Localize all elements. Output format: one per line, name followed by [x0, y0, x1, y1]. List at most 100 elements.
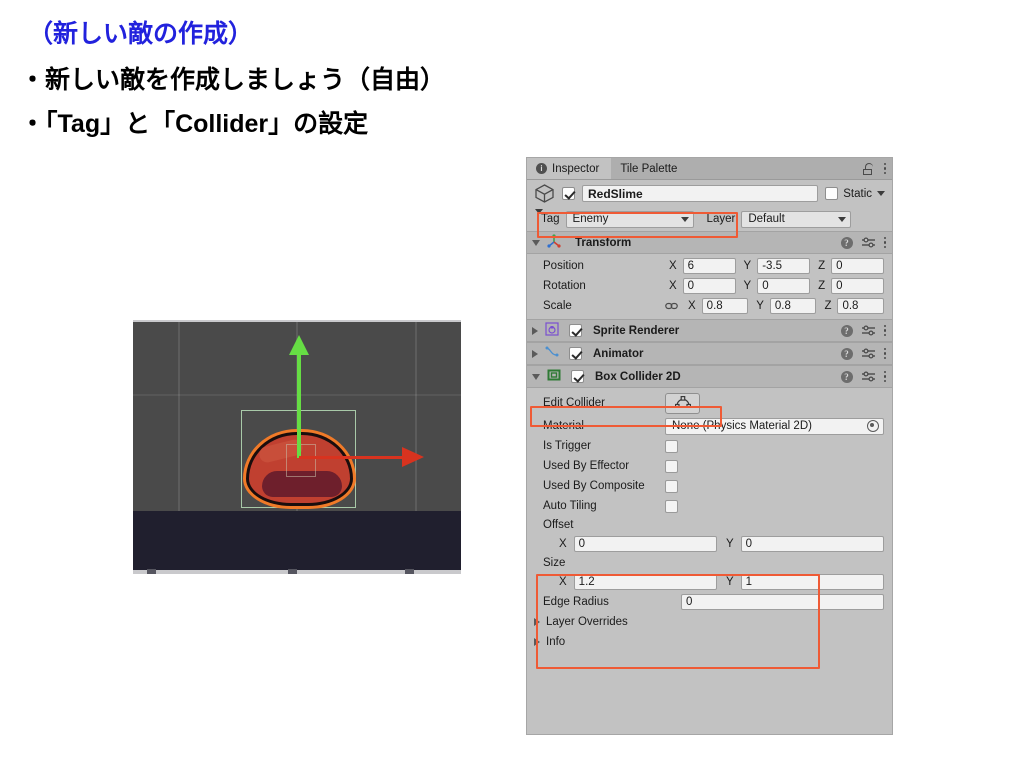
preset-icon[interactable] — [861, 325, 875, 336]
axis-z-label: Z — [818, 260, 826, 272]
static-chevron-down-icon[interactable] — [877, 191, 885, 196]
rotation-y-input[interactable]: 0 — [757, 278, 811, 294]
layer-overrides-foldout[interactable]: Layer Overrides — [527, 612, 892, 632]
offset-row: X 0 Y 0 — [527, 534, 892, 554]
tab-inspector[interactable]: i Inspector — [527, 158, 612, 179]
edit-collider-button[interactable] — [665, 392, 700, 414]
object-picker-icon[interactable] — [867, 420, 879, 432]
foldout-closed-icon[interactable] — [532, 326, 538, 335]
transform-body: Position X 6 Y -3.5 Z 0 Rotation X 0 Y 0… — [527, 254, 892, 319]
auto-tiling-checkbox[interactable] — [665, 499, 678, 513]
help-icon[interactable]: ? — [840, 324, 853, 337]
position-y-input[interactable]: -3.5 — [757, 258, 811, 274]
animator-enabled-checkbox[interactable] — [569, 347, 582, 360]
edit-collider-icon — [674, 395, 691, 411]
used-by-effector-checkbox[interactable] — [665, 459, 678, 473]
link-icon[interactable] — [665, 301, 678, 311]
component-title: Box Collider 2D — [595, 370, 681, 383]
foldout-closed-icon[interactable] — [532, 349, 538, 358]
kebab-menu-icon[interactable] — [883, 370, 886, 383]
size-y-input[interactable]: 1 — [740, 574, 884, 590]
info-foldout[interactable]: Info — [527, 632, 892, 652]
tag-value: Enemy — [572, 213, 609, 225]
transform-scale-row: Scale X 0.8 Y 0.8 Z 0.8 — [527, 296, 892, 316]
axis-y-label: Y — [743, 280, 752, 292]
offset-y-input[interactable]: 0 — [740, 536, 884, 552]
scene-bottom-edge — [133, 569, 461, 574]
scale-x-input[interactable]: 0.8 — [701, 298, 749, 314]
layer-overrides-label: Layer Overrides — [546, 616, 628, 628]
component-header-transform[interactable]: Transform ? — [527, 231, 892, 254]
kebab-menu-icon[interactable] — [883, 324, 886, 337]
chevron-down-icon — [680, 216, 689, 222]
edit-collider-row: Edit Collider — [527, 390, 892, 416]
material-field[interactable]: None (Physics Material 2D) — [665, 417, 884, 435]
position-x-input[interactable]: 6 — [682, 258, 736, 274]
static-checkbox[interactable] — [825, 187, 839, 200]
axis-z-label: Z — [824, 300, 832, 312]
help-icon[interactable]: ? — [840, 236, 853, 249]
kebab-menu-icon[interactable] — [883, 236, 886, 249]
sprite-renderer-icon — [545, 322, 559, 339]
layer-label: Layer — [706, 213, 736, 225]
component-header-sprite-renderer[interactable]: Sprite Renderer ? — [527, 319, 892, 342]
material-label: Material — [543, 420, 584, 432]
tag-dropdown[interactable]: Enemy — [565, 210, 694, 228]
used-by-composite-checkbox[interactable] — [665, 479, 678, 493]
sprite-renderer-enabled-checkbox[interactable] — [569, 324, 582, 337]
kebab-menu-icon[interactable] — [883, 162, 886, 175]
ground-tile-layer — [133, 511, 461, 574]
prefab-chevron-down-icon[interactable] — [535, 209, 543, 214]
preset-icon[interactable] — [861, 348, 875, 359]
offset-x-axis-label: X — [559, 538, 567, 550]
material-value: None (Physics Material 2D) — [672, 420, 812, 432]
foldout-closed-icon — [534, 618, 540, 626]
box-collider-enabled-checkbox[interactable] — [571, 370, 584, 383]
axis-z-label: Z — [818, 280, 826, 292]
tab-tile-palette-label: Tile Palette — [620, 162, 678, 175]
is-trigger-checkbox[interactable] — [665, 439, 678, 453]
gameobject-enabled-checkbox[interactable] — [562, 187, 575, 200]
scale-z-input[interactable]: 0.8 — [837, 298, 885, 314]
help-icon[interactable]: ? — [840, 370, 853, 383]
preset-icon[interactable] — [861, 237, 875, 248]
offset-label: Offset — [543, 519, 574, 531]
component-actions: ? — [840, 324, 886, 337]
scale-y-input[interactable]: 0.8 — [769, 298, 817, 314]
info-label: Info — [546, 636, 566, 648]
inspector-tabbar: i Inspector Tile Palette — [527, 158, 892, 180]
rotation-z-input[interactable]: 0 — [831, 278, 884, 294]
slide-bullet-1: ・新しい敵を作成しましょう（自由） — [20, 66, 446, 94]
component-actions: ? — [840, 236, 886, 249]
layer-dropdown[interactable]: Default — [741, 210, 852, 228]
axis-x-label: X — [669, 280, 677, 292]
box-collider-2d-icon — [547, 368, 561, 385]
edge-radius-label: Edge Radius — [543, 596, 609, 608]
component-header-box-collider-2d[interactable]: Box Collider 2D ? — [527, 365, 892, 388]
component-actions: ? — [840, 347, 886, 360]
offset-x-input[interactable]: 0 — [573, 536, 717, 552]
axis-x-label: X — [688, 300, 696, 312]
foldout-open-icon[interactable] — [532, 239, 540, 246]
lock-icon[interactable] — [862, 162, 874, 175]
foldout-open-icon[interactable] — [532, 373, 540, 380]
scale-label: Scale — [543, 300, 572, 312]
tab-tile-palette[interactable]: Tile Palette — [611, 158, 689, 179]
help-icon[interactable]: ? — [840, 347, 853, 360]
component-header-animator[interactable]: Animator ? — [527, 342, 892, 365]
kebab-menu-icon[interactable] — [883, 347, 886, 360]
auto-tiling-label: Auto Tiling — [543, 500, 597, 512]
position-z-input[interactable]: 0 — [831, 258, 884, 274]
collider-center-handle[interactable] — [286, 444, 316, 477]
gameobject-name-input[interactable]: RedSlime — [582, 185, 819, 202]
size-x-input[interactable]: 1.2 — [573, 574, 717, 590]
position-label: Position — [543, 260, 584, 272]
rotation-x-input[interactable]: 0 — [682, 278, 736, 294]
gizmo-x-axis-arrow-icon[interactable] — [299, 447, 424, 467]
preset-icon[interactable] — [861, 371, 875, 382]
gizmo-y-axis-arrow-icon[interactable] — [289, 335, 309, 458]
scene-view[interactable] — [133, 320, 461, 574]
axis-y-label: Y — [743, 260, 752, 272]
page-title: （新しい敵の作成） — [28, 20, 254, 48]
edge-radius-input[interactable]: 0 — [681, 594, 884, 610]
